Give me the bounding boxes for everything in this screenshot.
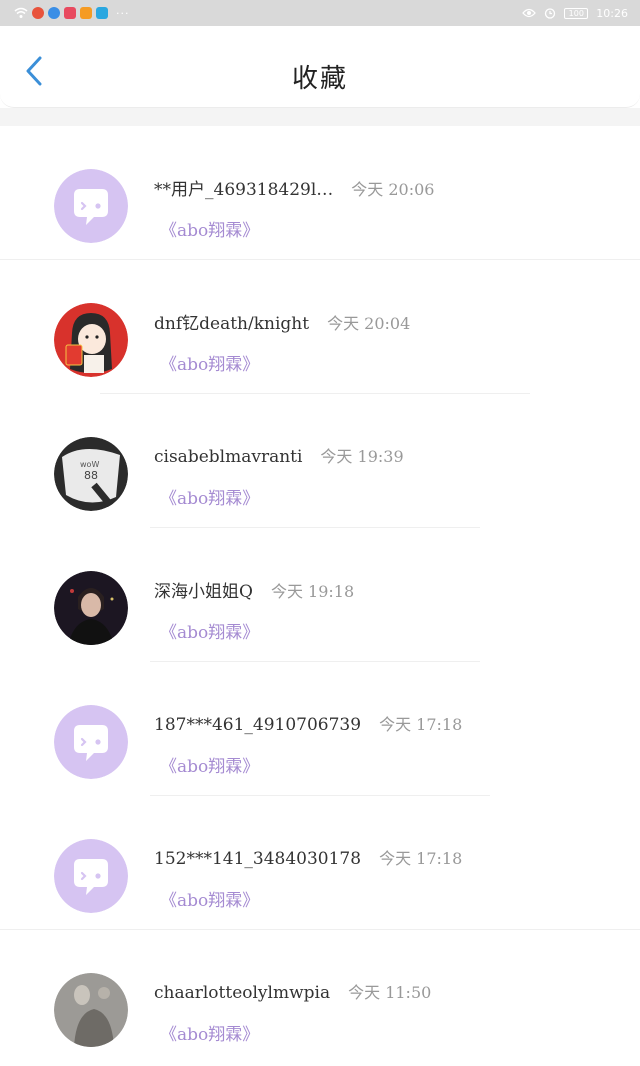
header-separator <box>0 108 640 126</box>
username: 187***461_4910706739 <box>154 715 362 735</box>
avatar[interactable] <box>54 169 128 243</box>
weibo-icon <box>32 7 44 19</box>
wifi-icon <box>14 7 28 18</box>
timestamp: 今天 20:04 <box>327 314 411 333</box>
dark-portrait-avatar-icon <box>54 571 128 645</box>
book-link[interactable]: 《abo翔霖》 <box>160 752 259 777</box>
svg-text:88: 88 <box>84 469 98 482</box>
name-row: chaarlotteolylmwpia 今天 11:50 <box>154 979 431 1003</box>
video-icon <box>80 7 92 19</box>
alarm-icon <box>545 8 556 19</box>
username: **用户_469318429l… <box>154 180 334 200</box>
search-app-icon <box>96 7 108 19</box>
favorite-item[interactable]: **用户_469318429l… 今天 20:06 《abo翔霖》 <box>0 126 640 260</box>
book-link[interactable]: 《abo翔霖》 <box>160 618 259 643</box>
avatar[interactable] <box>54 705 128 779</box>
username: 深海小姐姐Q <box>154 582 253 602</box>
favorite-item[interactable]: woW 88 cisabeblmavranti 今天 19:39 《abo翔霖》 <box>0 394 640 528</box>
red-envelope-girl-avatar-icon <box>54 303 128 377</box>
name-row: 深海小姐姐Q 今天 19:18 <box>154 577 354 602</box>
book-link[interactable]: 《abo翔霖》 <box>160 886 259 911</box>
avatar[interactable] <box>54 839 128 913</box>
default-chat-avatar-icon <box>54 839 128 913</box>
timestamp: 今天 11:50 <box>348 983 432 1002</box>
avatar[interactable] <box>54 303 128 377</box>
browser-icon <box>48 7 60 19</box>
bw-photo-avatar-icon: woW 88 <box>54 437 128 511</box>
timestamp: 今天 19:39 <box>320 447 404 466</box>
svg-text:woW: woW <box>80 460 99 469</box>
name-row: **用户_469318429l… 今天 20:06 <box>154 175 434 200</box>
app-header: 收藏 <box>0 26 640 108</box>
status-icons-right: 100 10:26 <box>522 7 628 20</box>
favorite-item[interactable]: chaarlotteolylmwpia 今天 11:50 《abo翔霖》 <box>0 930 640 1064</box>
timestamp: 今天 17:18 <box>379 715 463 734</box>
status-bar: ··· 100 10:26 <box>0 0 640 26</box>
more-notifications-icon: ··· <box>116 6 130 20</box>
avatar[interactable] <box>54 973 128 1047</box>
clock-text: 10:26 <box>596 6 628 20</box>
favorites-list: **用户_469318429l… 今天 20:06 《abo翔霖》 dnf钇de… <box>0 126 640 1064</box>
default-chat-avatar-icon <box>54 169 128 243</box>
favorite-item[interactable]: 152***141_3484030178 今天 17:18 《abo翔霖》 <box>0 796 640 930</box>
favorite-item[interactable]: dnf钇death/knight 今天 20:04 《abo翔霖》 <box>0 260 640 394</box>
timestamp: 今天 17:18 <box>379 849 463 868</box>
name-row: cisabeblmavranti 今天 19:39 <box>154 443 404 467</box>
eye-icon <box>522 8 537 18</box>
favorite-item[interactable]: 187***461_4910706739 今天 17:18 《abo翔霖》 <box>0 662 640 796</box>
avatar[interactable]: woW 88 <box>54 437 128 511</box>
battery-indicator: 100 <box>564 7 589 19</box>
grey-photo-avatar-icon <box>54 973 128 1047</box>
username: dnf钇death/knight <box>154 314 310 334</box>
name-row: 187***461_4910706739 今天 17:18 <box>154 711 462 735</box>
timestamp: 今天 19:18 <box>270 582 355 601</box>
book-link[interactable]: 《abo翔霖》 <box>160 216 259 241</box>
book-link[interactable]: 《abo翔霖》 <box>160 1020 259 1045</box>
username: chaarlotteolylmwpia <box>154 983 331 1003</box>
username: 152***141_3484030178 <box>154 849 362 869</box>
favorite-item[interactable]: 深海小姐姐Q 今天 19:18 《abo翔霖》 <box>0 528 640 662</box>
username: cisabeblmavranti <box>154 447 303 467</box>
default-chat-avatar-icon <box>54 705 128 779</box>
page-title: 收藏 <box>291 64 348 94</box>
avatar[interactable] <box>54 571 128 645</box>
book-link[interactable]: 《abo翔霖》 <box>160 484 259 509</box>
mail-icon <box>64 7 76 19</box>
timestamp: 今天 20:06 <box>351 180 435 199</box>
book-link[interactable]: 《abo翔霖》 <box>160 350 259 375</box>
name-row: 152***141_3484030178 今天 17:18 <box>154 845 462 869</box>
status-icons-left: ··· <box>14 7 130 20</box>
name-row: dnf钇death/knight 今天 20:04 <box>154 309 410 334</box>
